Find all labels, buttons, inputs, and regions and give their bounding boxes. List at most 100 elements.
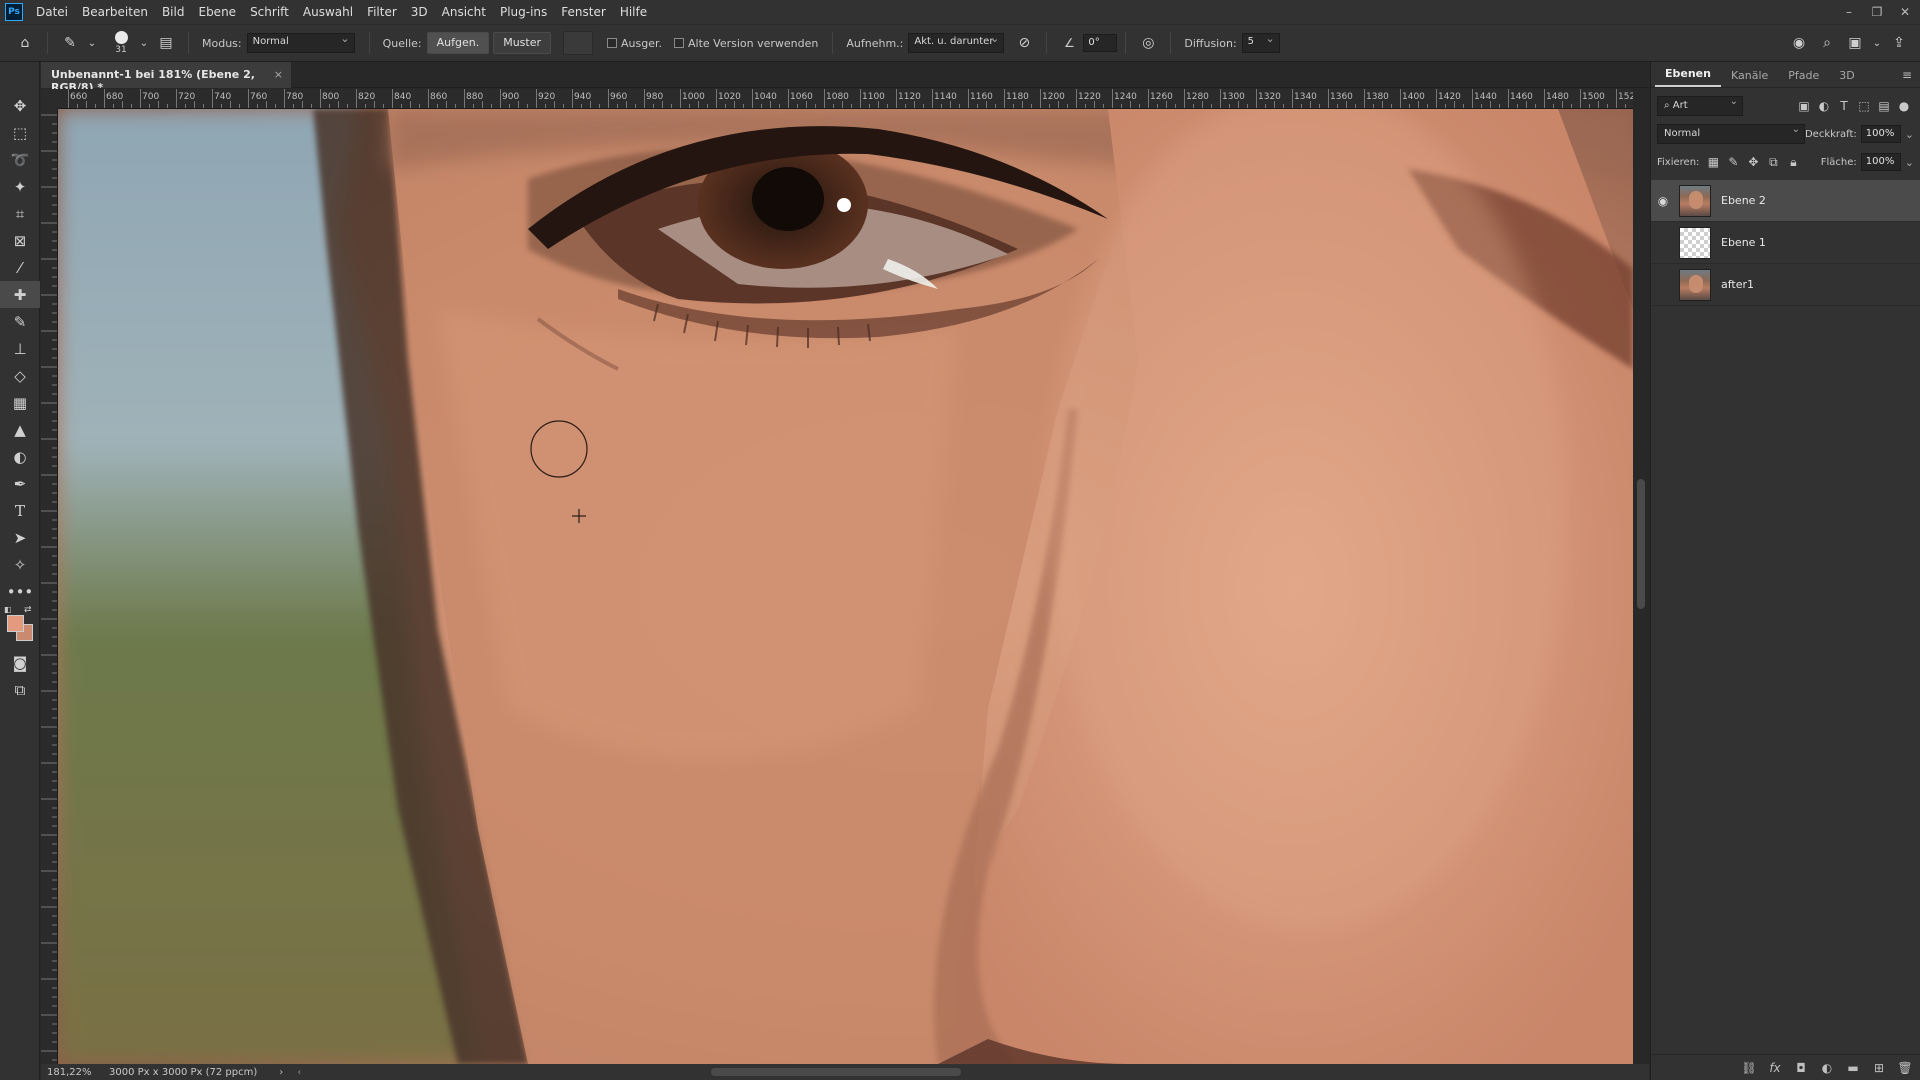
legacy-checkbox[interactable]: Alte Version verwenden <box>674 37 818 50</box>
tab-3d[interactable]: 3D <box>1829 64 1864 87</box>
layer-row-ebene-1[interactable]: Ebene 1 <box>1651 222 1920 264</box>
quick-selection-tool-icon[interactable]: ✦ <box>0 173 40 200</box>
filter-smartobject-icon[interactable]: ▤ <box>1874 96 1894 116</box>
horizontal-ruler[interactable]: 660 680 700 720 740 760 780 800 820 840 860 880 900 9… <box>58 89 1633 109</box>
new-group-icon[interactable]: ▬ <box>1843 1058 1863 1078</box>
path-selection-tool-icon[interactable]: ➤ <box>0 524 40 551</box>
screen-mode-icon[interactable]: ⧉ <box>0 676 40 703</box>
aligned-checkbox[interactable]: Ausger. <box>607 37 662 50</box>
move-tool-icon[interactable]: ✥ <box>0 92 40 119</box>
fx-icon[interactable]: fx <box>1765 1058 1785 1078</box>
restore-icon[interactable]: ❐ <box>1870 5 1884 19</box>
pen-tool-icon[interactable]: ✒ <box>0 470 40 497</box>
delete-layer-icon[interactable]: 🗑︎ <box>1895 1058 1915 1078</box>
new-layer-icon[interactable]: ⊞ <box>1869 1058 1889 1078</box>
panel-menu-icon[interactable]: ≡ <box>1902 68 1912 82</box>
mode-select[interactable]: Normal <box>246 32 355 53</box>
chevron-down-icon[interactable]: ⌄ <box>1872 32 1882 54</box>
chevron-down-icon[interactable]: ⌄ <box>1905 156 1914 169</box>
chevron-down-icon[interactable]: ⌄ <box>139 32 149 54</box>
healing-brush-tool-icon[interactable]: ✎ <box>59 32 81 54</box>
vertical-scroll-thumb[interactable] <box>1637 479 1645 609</box>
lasso-tool-icon[interactable]: ➰ <box>0 146 40 173</box>
document-canvas[interactable] <box>58 109 1633 1064</box>
quick-mask-icon[interactable]: ◙ <box>0 649 40 676</box>
clone-stamp-tool-icon[interactable]: ⊥ <box>0 335 40 362</box>
fill-input[interactable]: 100% <box>1860 153 1901 171</box>
filter-adjustment-icon[interactable]: ◐ <box>1814 96 1834 116</box>
lock-all-icon[interactable]: 🔒︎ <box>1783 152 1803 172</box>
menu-fenster[interactable]: Fenster <box>554 0 613 24</box>
foreground-color[interactable] <box>7 615 24 632</box>
diffusion-select[interactable]: 5 <box>1241 32 1280 53</box>
link-layers-icon[interactable]: ⛓ <box>1739 1058 1759 1078</box>
close-window-icon[interactable]: ✕ <box>1898 5 1912 19</box>
blend-mode-select[interactable]: Normal <box>1657 124 1805 144</box>
close-document-icon[interactable]: × <box>274 68 283 81</box>
filter-shape-icon[interactable]: ⬚ <box>1854 96 1874 116</box>
chevron-down-icon[interactable]: ⌄ <box>87 32 97 54</box>
pressure-size-icon[interactable]: ◎ <box>1137 32 1159 54</box>
gradient-tool-icon[interactable]: ▦ <box>0 389 40 416</box>
layer-row-ebene-2[interactable]: ◉ Ebene 2 <box>1651 180 1920 222</box>
layer-row-after1[interactable]: after1 <box>1651 264 1920 306</box>
sample-select[interactable]: Akt. u. darunter <box>908 32 1005 53</box>
brush-tool-icon[interactable]: ✎ <box>0 308 40 335</box>
blur-tool-icon[interactable]: ▲ <box>0 416 40 443</box>
tab-ebenen[interactable]: Ebenen <box>1655 62 1721 87</box>
status-expand-icon[interactable]: › <box>279 1067 283 1078</box>
vertical-ruler[interactable] <box>41 109 58 1064</box>
filter-type-icon[interactable]: T <box>1834 96 1854 116</box>
menu-auswahl[interactable]: Auswahl <box>296 0 360 24</box>
zoom-level[interactable]: 181,22% <box>41 1067 97 1078</box>
scroll-left-icon[interactable]: ‹ <box>297 1067 301 1078</box>
document-tab[interactable]: Unbenannt-1 bei 181% (Ebene 2, RGB/8) * … <box>41 62 291 94</box>
eraser-tool-icon[interactable]: ◇ <box>0 362 40 389</box>
brush-preset-picker[interactable]: 31 <box>106 26 136 60</box>
menu-schrift[interactable]: Schrift <box>243 0 296 24</box>
crop-tool-icon[interactable]: ⌗ <box>0 200 40 227</box>
home-icon[interactable]: ⌂ <box>14 32 36 54</box>
lock-artboard-icon[interactable]: ⧉ <box>1763 152 1783 172</box>
search-icon[interactable]: ⌕ <box>1816 32 1838 54</box>
menu-hilfe[interactable]: Hilfe <box>613 0 654 24</box>
lock-pixels-icon[interactable]: ✎ <box>1723 152 1743 172</box>
lock-position-icon[interactable]: ✥ <box>1743 152 1763 172</box>
menu-datei[interactable]: Datei <box>29 0 75 24</box>
shape-tool-icon[interactable]: ✧ <box>0 551 40 578</box>
type-tool-icon[interactable]: T <box>0 497 40 524</box>
healing-brush-tool-icon[interactable]: ✚ <box>0 281 40 308</box>
share-icon[interactable]: ⇪ <box>1888 32 1910 54</box>
eye-icon[interactable]: ◉ <box>1651 194 1675 208</box>
pattern-picker[interactable] <box>563 31 593 55</box>
filter-pixel-icon[interactable]: ▣ <box>1794 96 1814 116</box>
menu-filter[interactable]: Filter <box>360 0 404 24</box>
eyedropper-tool-icon[interactable]: ⁄ <box>0 254 40 281</box>
chevron-down-icon[interactable]: ⌄ <box>1905 128 1914 141</box>
swap-colors-icon[interactable]: ⇄ <box>24 605 32 615</box>
lock-transparent-icon[interactable]: ▦ <box>1703 152 1723 172</box>
menu-plugins[interactable]: Plug-ins <box>493 0 554 24</box>
default-colors-icon[interactable]: ◧ <box>4 605 12 614</box>
angle-input[interactable]: 0° <box>1083 34 1118 52</box>
menu-bild[interactable]: Bild <box>155 0 192 24</box>
learn-icon[interactable]: ◉ <box>1788 32 1810 54</box>
more-tools-icon[interactable]: ••• <box>0 578 40 605</box>
tab-pfade[interactable]: Pfade <box>1778 64 1829 87</box>
source-pattern-button[interactable]: Muster <box>493 32 551 54</box>
marquee-tool-icon[interactable]: ⬚ <box>0 119 40 146</box>
frame-tool-icon[interactable]: ⊠ <box>0 227 40 254</box>
workspace-icon[interactable]: ▣ <box>1844 32 1866 54</box>
menu-ebene[interactable]: Ebene <box>191 0 243 24</box>
minimize-icon[interactable]: – <box>1842 5 1856 19</box>
source-sampled-button[interactable]: Aufgen. <box>426 32 490 54</box>
filter-toggle-icon[interactable]: ● <box>1894 96 1914 116</box>
opacity-input[interactable]: 100% <box>1860 125 1901 143</box>
horizontal-scroll-thumb[interactable] <box>711 1068 961 1076</box>
menu-3d[interactable]: 3D <box>404 0 435 24</box>
ignore-adjustment-layers-icon[interactable]: ⊘ <box>1013 32 1035 54</box>
menu-bearbeiten[interactable]: Bearbeiten <box>75 0 155 24</box>
adjustment-layer-icon[interactable]: ◐ <box>1817 1058 1837 1078</box>
menu-ansicht[interactable]: Ansicht <box>435 0 493 24</box>
tab-kanaele[interactable]: Kanäle <box>1721 64 1778 87</box>
